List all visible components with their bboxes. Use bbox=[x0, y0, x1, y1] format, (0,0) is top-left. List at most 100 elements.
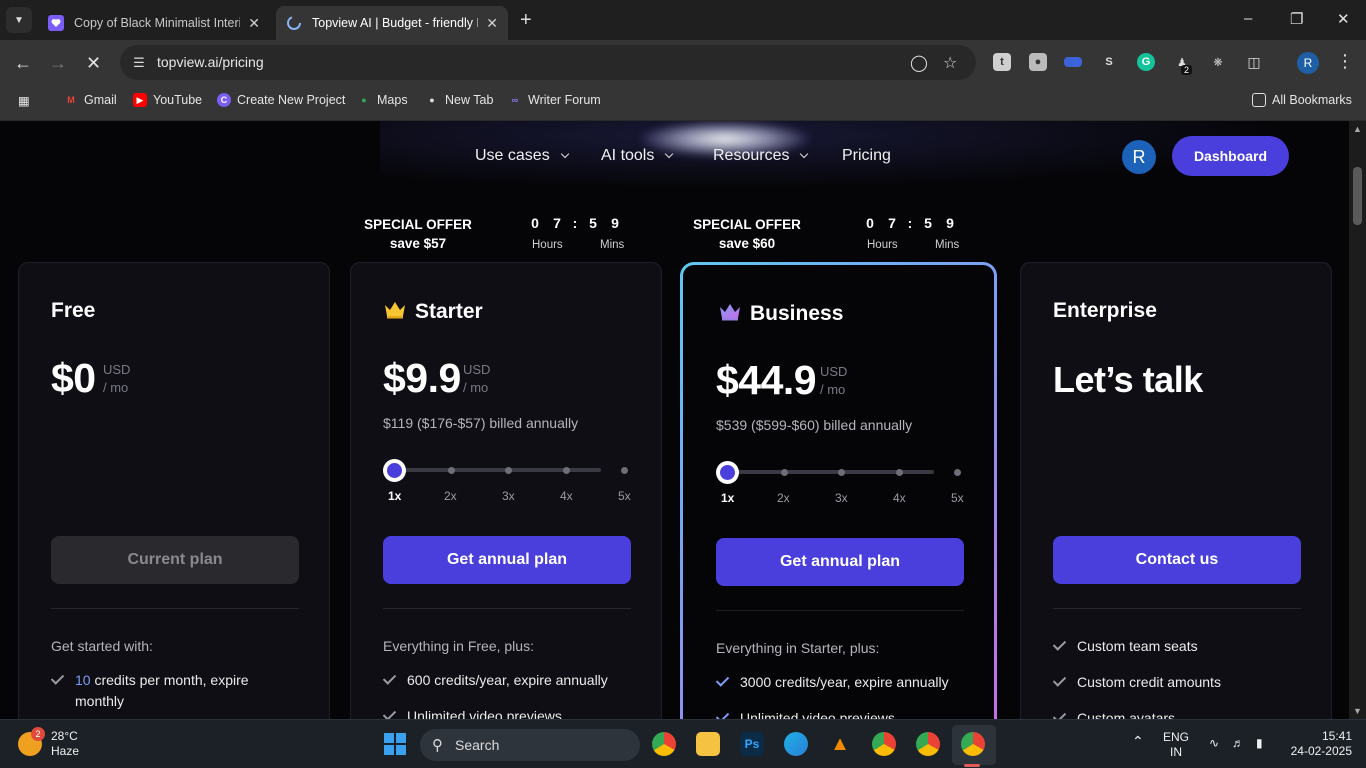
wifi-icon[interactable]: ∿ bbox=[1209, 736, 1219, 751]
file-explorer-icon[interactable] bbox=[696, 732, 720, 756]
close-icon[interactable]: ✕ bbox=[486, 15, 498, 32]
address-bar[interactable]: ☰ topview.ai/pricing ◯ ☆ bbox=[120, 45, 976, 80]
battery-icon[interactable]: ▮ bbox=[1256, 736, 1263, 751]
scroll-down-icon[interactable]: ▼ bbox=[1353, 706, 1362, 716]
bookmark-create-new-project[interactable]: C Create New Project bbox=[217, 93, 345, 107]
feature-text: Unlimited video previews bbox=[740, 710, 895, 719]
url-text[interactable]: topview.ai/pricing bbox=[157, 54, 264, 70]
feature-text: Custom team seats bbox=[1077, 638, 1198, 654]
dashboard-button[interactable]: Dashboard bbox=[1172, 136, 1289, 176]
bookmark-new-tab[interactable]: ● New Tab bbox=[425, 93, 493, 107]
nav-pricing[interactable]: Pricing bbox=[842, 147, 891, 165]
bookmark-youtube[interactable]: ▶ YouTube bbox=[133, 93, 202, 107]
timer-hours-label: Hours bbox=[867, 239, 898, 251]
user-avatar[interactable]: R bbox=[1122, 140, 1156, 174]
more-menu-icon[interactable]: ⋮ bbox=[1336, 51, 1354, 72]
windows-start-icon[interactable] bbox=[383, 732, 407, 756]
bookmarks-bar: ▦ M Gmail ▶ YouTube C Create New Project ● M… bbox=[0, 85, 1366, 121]
plan-price: Let’s talk bbox=[1053, 359, 1203, 400]
scroll-up-icon[interactable]: ▲ bbox=[1353, 124, 1362, 134]
chrome-active-icon[interactable] bbox=[961, 732, 985, 756]
check-icon bbox=[1053, 708, 1067, 719]
slider-step[interactable] bbox=[838, 469, 845, 476]
forward-icon[interactable]: → bbox=[49, 53, 67, 74]
slider-step[interactable] bbox=[563, 467, 570, 474]
feature-text: Custom credit amounts bbox=[1077, 674, 1221, 690]
feature-rest: credits per month, expire monthly bbox=[75, 672, 249, 709]
page-scrollbar[interactable]: ▲ ▼ bbox=[1349, 121, 1366, 719]
apps-grid-icon[interactable]: ▦ bbox=[18, 93, 30, 108]
nav-use-cases[interactable]: Use cases bbox=[475, 147, 569, 165]
nav-ai-tools[interactable]: AI tools bbox=[601, 147, 674, 165]
stop-loading-icon[interactable]: ✕ bbox=[86, 53, 101, 74]
slider-step[interactable] bbox=[896, 469, 903, 476]
slider-handle[interactable] bbox=[383, 459, 406, 482]
puzzle-icon[interactable]: ◫ bbox=[1245, 53, 1263, 71]
extension-icon[interactable]: ● bbox=[1029, 53, 1047, 71]
minimize-icon[interactable]: – bbox=[1244, 10, 1252, 27]
timer-digit: 9 bbox=[611, 215, 619, 231]
check-icon bbox=[716, 672, 730, 688]
extension-icon[interactable]: ❋ bbox=[1209, 53, 1227, 71]
chrome-profile-icon[interactable] bbox=[916, 732, 940, 756]
extension-icon[interactable] bbox=[1064, 57, 1082, 67]
contact-us-button[interactable]: Contact us bbox=[1053, 536, 1301, 584]
vlc-icon[interactable]: ▲ bbox=[828, 732, 852, 756]
billed-annually-text: $119 ($176-$57) billed annually bbox=[383, 415, 579, 431]
slider-step[interactable] bbox=[505, 467, 512, 474]
chrome-profile-icon[interactable] bbox=[872, 732, 896, 756]
plan-card-enterprise: Enterprise Let’s talk Contact us Custom … bbox=[1020, 262, 1332, 719]
extension-icon[interactable]: S bbox=[1100, 53, 1118, 71]
extension-icon[interactable]: t bbox=[993, 53, 1011, 71]
photoshop-icon[interactable]: Ps bbox=[740, 732, 764, 756]
nav-resources[interactable]: Resources bbox=[713, 147, 809, 165]
plan-name-text: Starter bbox=[415, 300, 483, 323]
taskbar-search[interactable]: ⚲ Search bbox=[420, 729, 640, 761]
get-annual-plan-button[interactable]: Get annual plan bbox=[716, 538, 964, 586]
edge-icon[interactable] bbox=[784, 732, 808, 756]
current-plan-button[interactable]: Current plan bbox=[51, 536, 299, 584]
chrome-icon[interactable] bbox=[652, 732, 676, 756]
window-close-icon[interactable]: ✕ bbox=[1337, 10, 1350, 28]
restore-icon[interactable]: ❐ bbox=[1290, 10, 1303, 28]
back-icon[interactable]: ← bbox=[14, 53, 32, 74]
bookmark-writer-forum[interactable]: ∞ Writer Forum bbox=[508, 93, 601, 107]
timer-digit: 5 bbox=[924, 215, 932, 231]
countdown-timer: 0 7 : 5 9 bbox=[524, 215, 626, 235]
divider bbox=[716, 610, 964, 611]
profile-avatar[interactable]: R bbox=[1297, 52, 1319, 74]
weather-widget[interactable]: 28°C Haze bbox=[51, 729, 79, 759]
new-tab-button[interactable]: + bbox=[520, 9, 532, 32]
divider bbox=[51, 608, 299, 609]
eye-slash-icon[interactable]: ◯ bbox=[910, 53, 928, 73]
tab-search-button[interactable]: ▼ bbox=[6, 7, 32, 33]
star-icon[interactable]: ☆ bbox=[943, 53, 957, 73]
grammarly-icon[interactable]: G bbox=[1137, 53, 1155, 71]
plan-name: Business bbox=[718, 301, 843, 327]
slider-step[interactable] bbox=[781, 469, 788, 476]
browser-tab[interactable]: Copy of Black Minimalist Interio ✕ bbox=[38, 6, 270, 40]
slider-step[interactable] bbox=[448, 467, 455, 474]
weather-desc: Haze bbox=[51, 744, 80, 758]
plan-name: Starter bbox=[383, 299, 483, 325]
browser-tab-active[interactable]: Topview AI | Budget - friendly P ✕ bbox=[276, 6, 508, 40]
slider-tick-label: 2x bbox=[444, 489, 457, 503]
slider-step[interactable] bbox=[954, 469, 961, 476]
feature-item: Custom team seats bbox=[1053, 636, 1303, 657]
feature-item: Unlimited video previews bbox=[716, 708, 966, 719]
site-info-icon[interactable]: ☰ bbox=[130, 54, 148, 72]
bookmark-maps[interactable]: ● Maps bbox=[357, 93, 407, 107]
slider-handle[interactable] bbox=[716, 461, 739, 484]
clock[interactable]: 15:41 24-02-2025 bbox=[1288, 729, 1352, 759]
slider-step[interactable] bbox=[621, 467, 628, 474]
chevron-up-icon[interactable]: ⌃ bbox=[1132, 734, 1144, 749]
volume-icon[interactable]: ♬ bbox=[1232, 736, 1244, 751]
get-annual-plan-button[interactable]: Get annual plan bbox=[383, 536, 631, 584]
bookmark-gmail[interactable]: M Gmail bbox=[64, 93, 116, 107]
scrollbar-thumb[interactable] bbox=[1353, 167, 1362, 225]
chevron-down-icon bbox=[800, 149, 809, 159]
all-bookmarks[interactable]: All Bookmarks bbox=[1252, 93, 1352, 107]
close-icon[interactable]: ✕ bbox=[248, 15, 260, 32]
slider-tick-label: 4x bbox=[560, 489, 573, 503]
language-indicator[interactable]: ENG IN bbox=[1163, 730, 1189, 760]
